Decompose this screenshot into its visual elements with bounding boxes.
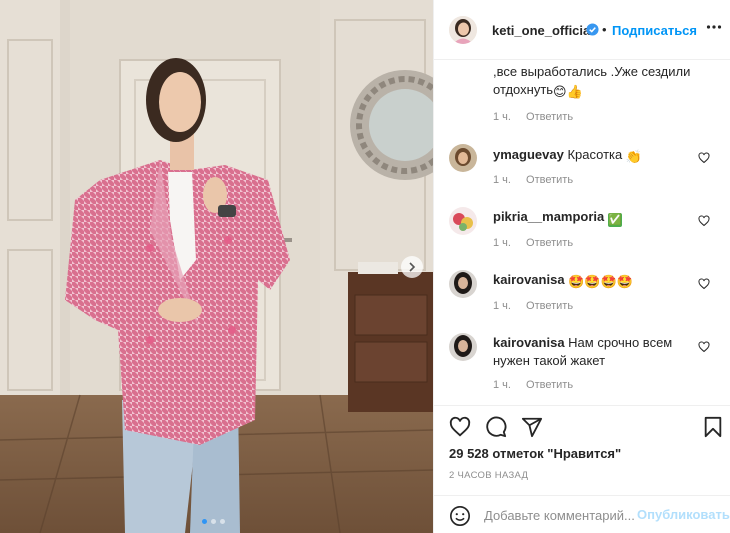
heart-icon[interactable]	[698, 278, 710, 290]
smiley-icon[interactable]	[449, 505, 471, 527]
avatar[interactable]	[449, 207, 477, 235]
avatar-image	[449, 16, 477, 44]
heart-icon[interactable]	[449, 416, 471, 438]
carousel-dot-active	[202, 519, 207, 524]
post-actions: 29 528 отметок "Нравится" 2 ЧАСОВ НАЗАД	[434, 405, 730, 495]
carousel-dot	[211, 519, 216, 524]
avatar-image	[449, 207, 477, 235]
verified-badge-icon	[586, 23, 599, 36]
avatar[interactable]	[449, 16, 477, 44]
bookmark-icon[interactable]	[702, 416, 724, 438]
comments-list[interactable]: ,все выработались .Уже сездили отдохнуть…	[434, 60, 730, 405]
comment-meta: 1 ч. Ответить	[493, 379, 585, 391]
carousel-indicator	[202, 519, 225, 524]
comment-text: pikria__mamporia ✅	[493, 208, 622, 227]
comment-time: 1 ч.	[493, 300, 511, 312]
comment-time: 1 ч.	[493, 111, 511, 123]
comment-icon[interactable]	[485, 416, 507, 438]
publish-button[interactable]: Опубликовать	[637, 507, 730, 522]
carousel-dot	[220, 519, 225, 524]
post-side-panel: keti_one_official • Подписаться ,все выр…	[433, 0, 730, 533]
comment-text-line: нужен такой жакет	[493, 353, 606, 368]
check-mark-emoji: ✅	[607, 213, 622, 227]
comment-text: ,все выработались .Уже сездили отдохнуть…	[493, 63, 718, 101]
reply-button[interactable]: Ответить	[526, 237, 573, 249]
separator-dot: •	[602, 22, 607, 37]
comment-username[interactable]: ymaguevay	[493, 147, 564, 162]
reply-button[interactable]: Ответить	[526, 379, 573, 391]
clapping-hands-emoji: 👏	[625, 149, 643, 164]
follow-button[interactable]: Подписаться	[612, 23, 697, 38]
carousel-next-button[interactable]	[401, 256, 423, 278]
comment-meta: 1 ч. Ответить	[493, 300, 585, 312]
avatar-image	[449, 333, 477, 361]
more-options-icon[interactable]	[706, 24, 722, 30]
share-icon[interactable]	[521, 416, 543, 438]
comment-text: kairovanisa Нам срочно всем нужен такой …	[493, 334, 693, 370]
comment-input[interactable]	[484, 506, 634, 524]
post-photo[interactable]	[0, 0, 433, 533]
comment-text-line: ,все выработались .Уже сездили	[493, 64, 691, 79]
photo-image	[0, 0, 433, 533]
heart-icon[interactable]	[698, 152, 710, 164]
avatar[interactable]	[449, 144, 477, 172]
reply-button[interactable]: Ответить	[526, 174, 573, 186]
avatar[interactable]	[449, 270, 477, 298]
comment-time: 1 ч.	[493, 379, 511, 391]
comment-username[interactable]: pikria__mamporia	[493, 209, 604, 224]
smiling-face-emoji: 😊	[553, 84, 567, 99]
comment-text-line: Нам срочно всем	[568, 335, 673, 350]
comment-meta: 1 ч. Ответить	[493, 111, 585, 123]
thumbs-up-emoji: 👍	[566, 84, 583, 99]
star-struck-emoji: 🤩🤩🤩🤩	[568, 274, 633, 289]
chevron-right-icon	[409, 262, 416, 272]
comment-body: Красотка	[567, 147, 623, 162]
heart-icon[interactable]	[698, 341, 710, 353]
comment-meta: 1 ч. Ответить	[493, 174, 585, 186]
comment-composer: Опубликовать	[434, 495, 730, 533]
comment-meta: 1 ч. Ответить	[493, 237, 585, 249]
post-username[interactable]: keti_one_official	[492, 23, 594, 38]
comment-text-line: отдохнуть	[493, 82, 554, 97]
avatar-image	[449, 144, 477, 172]
avatar-image	[449, 270, 477, 298]
post-timestamp[interactable]: 2 ЧАСОВ НАЗАД	[449, 470, 528, 481]
reply-button[interactable]: Ответить	[526, 300, 573, 312]
comment-time: 1 ч.	[493, 174, 511, 186]
comment-username[interactable]: kairovanisa	[493, 272, 565, 287]
heart-icon[interactable]	[698, 215, 710, 227]
avatar[interactable]	[449, 333, 477, 361]
reply-button[interactable]: Ответить	[526, 111, 573, 123]
likes-count[interactable]: 29 528 отметок "Нравится"	[449, 446, 621, 461]
comment-username[interactable]: kairovanisa	[493, 335, 565, 350]
comment-text: kairovanisa 🤩🤩🤩🤩	[493, 271, 633, 291]
post-header: keti_one_official • Подписаться	[434, 0, 730, 60]
comment-text: ymaguevay Красотка 👏	[493, 146, 642, 166]
comment-time: 1 ч.	[493, 237, 511, 249]
